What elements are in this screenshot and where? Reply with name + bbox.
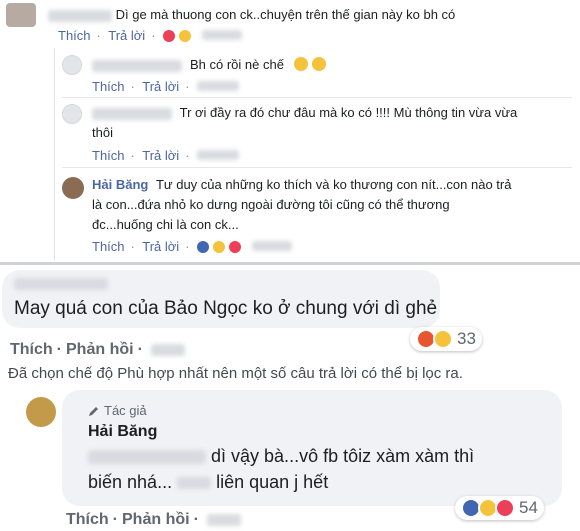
timestamp-blurred — [207, 513, 242, 526]
reaction-summary[interactable]: 54 — [455, 496, 544, 520]
reply-text: dì vậy bà...vô fb tôiz xàm xàm thì — [211, 446, 475, 466]
love-reaction-icon — [495, 498, 515, 518]
comment-bubble: May quá con của Bảo Ngọc ko ở chung với … — [2, 270, 440, 328]
bottom-comment-thread: May quá con của Bảo Ngọc ko ở chung với … — [0, 265, 580, 531]
top-comment-thread: Dì ge mà thuong con ck..chuyện trên thế … — [0, 0, 580, 262]
pencil-icon — [89, 406, 98, 416]
reply-text-cont: đc...huống chi là con ck... — [92, 216, 239, 234]
reply-text-cont: là con...đứa nhỏ ko dưng ngoài đường tôi… — [92, 196, 450, 214]
timestamp-blurred — [201, 30, 242, 40]
smirk-emoji-icon — [312, 57, 327, 71]
reply-text: Tr ơi đầy ra đó chư đâu mà ko có !!!! Mù… — [179, 105, 518, 120]
reply-row — [92, 56, 182, 74]
like-link[interactable]: Thích — [92, 79, 125, 94]
commenter-name[interactable]: Hải Băng — [92, 177, 148, 192]
author-name[interactable]: Hải Băng — [88, 423, 157, 441]
reply-actions: Thích · Trả lời · — [92, 147, 243, 165]
reply-text-row: Bh có rồi nè chế — [190, 56, 327, 74]
haha-reaction-icon — [433, 329, 453, 349]
reaction-count: 33 — [457, 329, 476, 348]
author-badge: Tác giả — [88, 403, 147, 418]
timestamp-blurred — [197, 150, 240, 160]
reply-link[interactable]: Phản hồi — [122, 511, 190, 528]
reply-actions: Thích · Phản hồi · — [66, 511, 242, 529]
reply-text-cont: thôi — [92, 124, 113, 142]
reaction-count: 54 — [519, 498, 538, 517]
mentioned-name-blurred[interactable] — [177, 477, 212, 490]
like-link[interactable]: Thích — [10, 341, 53, 358]
reply-actions: Thích · Trả lời · — [92, 238, 296, 256]
comment-actions: Thích · Trả lời · — [58, 27, 246, 45]
reply-link[interactable]: Trả lời — [142, 239, 179, 254]
like-link[interactable]: Thích — [66, 511, 109, 528]
reply-avatar[interactable] — [62, 55, 82, 75]
reply-row: Tr ơi đầy ra đó chư đâu mà ko có !!!! Mù… — [92, 104, 572, 122]
like-reaction-icon — [197, 241, 210, 253]
commenter-name-blurred[interactable] — [48, 9, 112, 22]
author-reply-bubble: Tác giả Hải Băng dì vậy bà...vô fb tôiz … — [62, 390, 562, 506]
reply-link[interactable]: Trả lời — [108, 28, 145, 43]
haha-reaction-icon — [213, 241, 226, 253]
love-reaction-icon — [229, 241, 242, 253]
mentioned-name-blurred[interactable] — [88, 450, 206, 465]
replier-name-blurred[interactable] — [92, 59, 182, 72]
reply-avatar[interactable] — [62, 104, 82, 124]
hai-bang-avatar[interactable] — [62, 177, 84, 199]
reply-text-line: thôi — [92, 125, 113, 140]
commenter-name-blurred[interactable] — [14, 278, 108, 290]
reply-text: Bh có rồi nè chế — [190, 57, 284, 72]
reply-link[interactable]: Trả lời — [142, 79, 179, 94]
hai-bang-avatar[interactable] — [26, 397, 56, 427]
reply-link[interactable]: Phản hồi — [66, 341, 134, 358]
reply-thread-line — [54, 48, 55, 260]
like-link[interactable]: Thích — [92, 148, 125, 163]
comment-row: Dì ge mà thuong con ck..chuyện trên thế … — [48, 6, 568, 24]
haha-reaction-icon — [179, 30, 192, 42]
reply-text-line: là con...đứa nhỏ ko dưng ngoài đường tôi… — [92, 197, 450, 212]
reply-text-line: đc...huống chi là con ck... — [92, 217, 239, 232]
reply-text: liên quan j hết — [216, 472, 329, 492]
reply-text: Tư duy của những ko thích và ko thương c… — [155, 177, 512, 192]
replier-name-blurred[interactable] — [92, 107, 172, 120]
reaction-summary[interactable]: 33 — [410, 327, 482, 351]
reply-text: biến nhá... — [88, 472, 173, 492]
author-badge-label: Tác giả — [104, 403, 147, 418]
reply-link[interactable]: Trả lời — [142, 148, 179, 163]
author-reply-line1: dì vậy bà...vô fb tôiz xàm xàm thì — [88, 446, 474, 467]
comment-text: May quá con của Bảo Ngọc ko ở chung với … — [14, 298, 438, 319]
reply-actions: Thích · Trả lời · — [92, 78, 243, 96]
reply-row: Hải Băng Tư duy của những ko thích và ko… — [92, 176, 572, 194]
smirk-emoji-icon — [293, 57, 308, 71]
like-link[interactable]: Thích — [92, 239, 125, 254]
divider-line — [62, 167, 572, 168]
filter-notice: Đã chọn chế độ Phù hợp nhất nên một số c… — [8, 365, 463, 382]
comment-actions: Thích · Phản hồi · — [10, 341, 186, 359]
like-link[interactable]: Thích — [58, 28, 91, 43]
timestamp-blurred — [151, 343, 186, 356]
divider-line — [62, 97, 572, 98]
commenter-avatar[interactable] — [6, 3, 36, 27]
comment-text: Dì ge mà thuong con ck..chuyện trên thế … — [115, 7, 456, 22]
love-reaction-icon — [163, 30, 176, 42]
author-reply-line2: biến nhá... liên quan j hết — [88, 472, 328, 493]
timestamp-blurred — [251, 241, 292, 251]
timestamp-blurred — [197, 81, 240, 91]
